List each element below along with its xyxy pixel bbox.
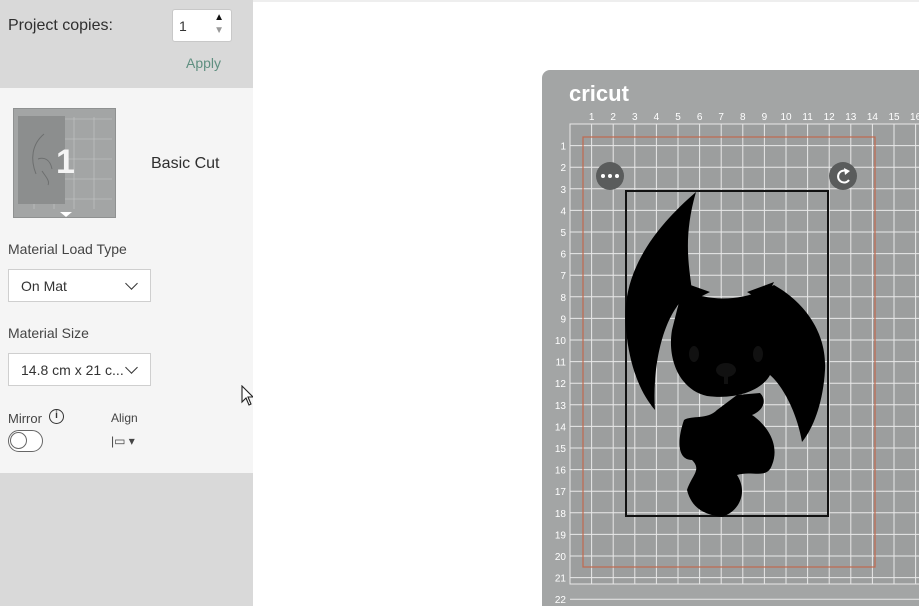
ruler-left-label: 15 bbox=[555, 444, 567, 455]
ruler-left-label: 12 bbox=[555, 379, 567, 390]
mirror-toggle[interactable] bbox=[8, 430, 43, 452]
ruler-top-label: 14 bbox=[867, 112, 879, 123]
ruler-left-label: 4 bbox=[560, 206, 566, 217]
ruler-left-label: 21 bbox=[555, 574, 567, 585]
ruler-left-label: 17 bbox=[555, 487, 567, 498]
material-load-type-select[interactable]: On Mat bbox=[8, 269, 151, 302]
canvas-top-border bbox=[253, 0, 919, 2]
rotate-button[interactable] bbox=[829, 162, 857, 190]
project-copies-stepper[interactable]: 1 ▲ ▼ bbox=[172, 9, 232, 42]
chevron-down-icon bbox=[125, 277, 138, 290]
ruler-top-label: 16 bbox=[910, 112, 919, 123]
ruler-top-label: 1 bbox=[589, 112, 595, 123]
ruler-left-label: 6 bbox=[560, 250, 566, 261]
ruler-top-label: 4 bbox=[654, 112, 660, 123]
ruler-top-label: 6 bbox=[697, 112, 703, 123]
ruler-left-label: 7 bbox=[560, 271, 566, 282]
material-load-type-label: Material Load Type bbox=[8, 241, 127, 257]
mat-thumbnail[interactable]: 1 bbox=[13, 108, 116, 218]
ruler-left-label: 3 bbox=[560, 185, 566, 196]
cutting-mat[interactable]: 1 2 3 4 5 6 7 8 9 10 11 12 13 14 15 16 1 2 3 4 5 6 7 8 9 10 11 12 1… bbox=[542, 70, 919, 606]
ruler-left-label: 2 bbox=[560, 163, 566, 174]
ruler-left-label: 16 bbox=[555, 466, 567, 477]
ruler-left-label: 8 bbox=[560, 293, 566, 304]
align-label: Align bbox=[111, 411, 138, 425]
ruler-left-label: 9 bbox=[560, 314, 566, 325]
ruler-left-label: 19 bbox=[555, 530, 567, 541]
ruler-left-label: 14 bbox=[555, 422, 567, 433]
ruler-left-label: 22 bbox=[555, 595, 567, 606]
stepper-down-icon[interactable]: ▼ bbox=[214, 25, 224, 37]
ruler-top-label: 9 bbox=[762, 112, 768, 123]
material-size-select[interactable]: 14.8 cm x 21 c... bbox=[8, 353, 151, 386]
mouth-icon bbox=[724, 372, 728, 384]
cricut-logo: cricut bbox=[569, 81, 630, 106]
ruler-left-label: 20 bbox=[555, 552, 567, 563]
chevron-down-icon bbox=[125, 361, 138, 374]
ruler-left-label: 11 bbox=[556, 358, 567, 369]
align-dropdown-icon[interactable]: |▭ ▾ bbox=[111, 434, 135, 448]
stepper-up-icon[interactable]: ▲ bbox=[214, 12, 224, 24]
ruler-top-label: 15 bbox=[888, 112, 900, 123]
ruler-top-label: 7 bbox=[718, 112, 724, 123]
ruler-top-label: 11 bbox=[802, 112, 813, 123]
cutting-mat-graphic: 1 2 3 4 5 6 7 8 9 10 11 12 13 14 15 16 1234567891011121… bbox=[542, 70, 919, 606]
mirror-label: Mirror bbox=[8, 411, 42, 426]
ruler-left-label: 5 bbox=[560, 228, 566, 239]
project-copies-value[interactable]: 1 bbox=[179, 18, 187, 34]
ruler-top-label: 13 bbox=[845, 112, 857, 123]
apply-button[interactable]: Apply bbox=[186, 55, 221, 71]
eye-left-icon bbox=[689, 346, 699, 362]
ruler-left-label: 1 bbox=[560, 142, 566, 153]
ruler-top-label: 8 bbox=[740, 112, 746, 123]
material-size-label: Material Size bbox=[8, 325, 89, 341]
ruler-top-label: 10 bbox=[780, 112, 792, 123]
left-panel: Project copies: 1 ▲ ▼ Apply 1 Basic Cut … bbox=[0, 0, 253, 606]
ruler-top-label: 12 bbox=[824, 112, 836, 123]
ruler-left-label: 13 bbox=[555, 401, 567, 412]
mat-number: 1 bbox=[56, 143, 75, 181]
ruler-top-label: 3 bbox=[632, 112, 638, 123]
toggle-knob bbox=[10, 432, 27, 449]
material-load-type-value: On Mat bbox=[21, 278, 67, 294]
eye-right-icon bbox=[753, 346, 763, 362]
material-size-value: 14.8 cm x 21 c... bbox=[21, 362, 124, 378]
more-options-button[interactable] bbox=[596, 162, 624, 190]
ruler-top-label: 5 bbox=[675, 112, 681, 123]
mat-thumbnail-indicator-icon bbox=[60, 212, 72, 217]
ruler-left-label: 18 bbox=[555, 509, 567, 520]
cut-type-label: Basic Cut bbox=[151, 155, 220, 172]
ruler-top-label: 2 bbox=[610, 112, 616, 123]
info-icon[interactable]: i bbox=[49, 409, 64, 424]
project-copies-label: Project copies: bbox=[8, 17, 113, 34]
project-copies-section: Project copies: 1 ▲ ▼ Apply bbox=[0, 0, 253, 88]
ruler-left-label: 10 bbox=[555, 336, 567, 347]
